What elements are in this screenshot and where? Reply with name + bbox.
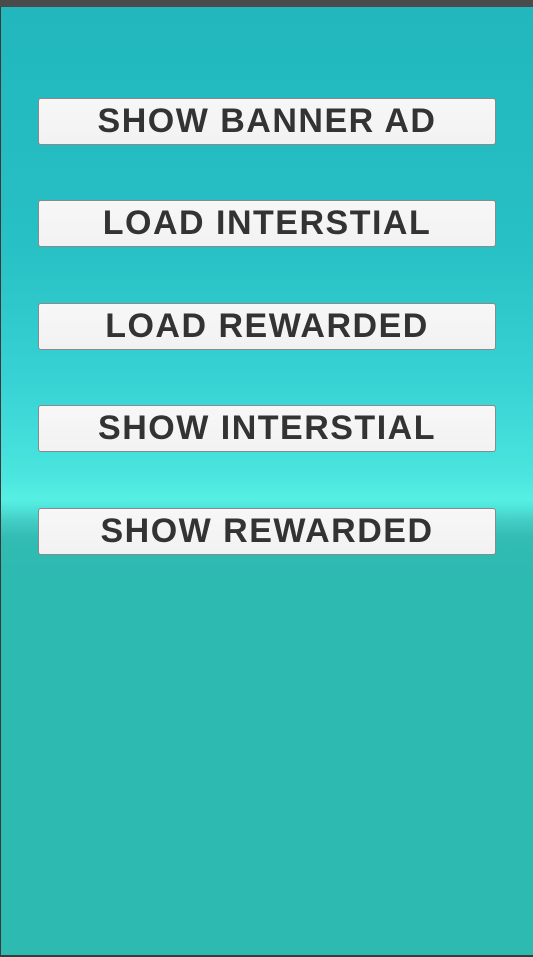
app-window: SHOW BANNER AD LOAD INTERSTIAL LOAD REWA… bbox=[0, 0, 533, 957]
top-bar bbox=[0, 0, 533, 7]
load-rewarded-button[interactable]: LOAD REWARDED bbox=[38, 303, 496, 350]
load-interstitial-button[interactable]: LOAD INTERSTIAL bbox=[38, 200, 496, 247]
game-view: SHOW BANNER AD LOAD INTERSTIAL LOAD REWA… bbox=[1, 7, 533, 955]
show-banner-ad-button[interactable]: SHOW BANNER AD bbox=[38, 98, 496, 145]
show-interstitial-button[interactable]: SHOW INTERSTIAL bbox=[38, 405, 496, 452]
show-rewarded-button[interactable]: SHOW REWARDED bbox=[38, 508, 496, 555]
